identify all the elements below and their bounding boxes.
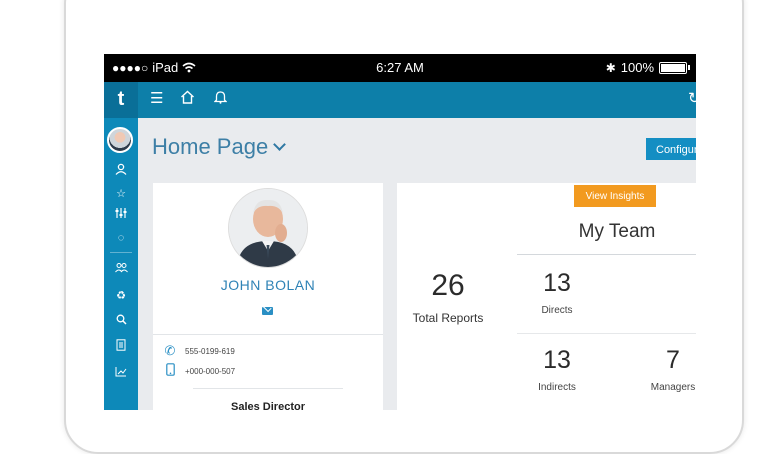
chevron-down-icon[interactable] — [273, 138, 286, 151]
document-icon[interactable] — [104, 338, 138, 358]
group-icon[interactable] — [104, 260, 138, 280]
team-title: My Team — [578, 221, 656, 242]
refresh-icon[interactable]: ◌ — [104, 228, 138, 248]
indirects-value[interactable]: 13 — [521, 346, 593, 375]
managers-value[interactable]: 7 — [637, 346, 696, 375]
battery-icon — [659, 61, 687, 74]
top-app-bar: ☰ ↻ — [138, 82, 696, 118]
directs-label: Directs — [541, 305, 573, 316]
mail-icon[interactable] — [262, 307, 273, 315]
profile-photo — [228, 188, 308, 268]
profile-name: JOHN BOLAN — [220, 277, 316, 293]
mobile-number[interactable]: +000-000-507 — [185, 367, 235, 376]
sidebar: t ☆ ◌ ♻ — [104, 82, 138, 410]
configure-button[interactable]: Configure — [646, 138, 696, 160]
indirects-label: Indirects — [538, 382, 576, 393]
page-title: Home Page — [152, 134, 269, 159]
bell-icon[interactable] — [213, 90, 228, 109]
recycle-icon[interactable]: ♻ — [104, 286, 138, 306]
managers-label: Managers — [650, 382, 696, 393]
profile-role: Sales Director — [231, 401, 305, 410]
sync-icon[interactable]: ↻ — [688, 90, 696, 108]
user-icon[interactable] — [104, 162, 138, 182]
mobile-row: +000-000-507 — [163, 363, 235, 379]
directs-value[interactable]: 13 — [521, 269, 593, 298]
status-bar: ●●●●○ iPad 6:27 AM ✱ 100% — [104, 54, 696, 82]
star-icon[interactable]: ☆ — [104, 184, 138, 204]
battery-percent: 100% — [620, 60, 654, 75]
chart-icon[interactable] — [104, 364, 138, 384]
bluetooth-icon: ✱ — [605, 60, 616, 75]
view-insights-button[interactable]: View Insights — [574, 185, 656, 207]
sliders-icon[interactable] — [104, 206, 138, 226]
menu-icon[interactable]: ☰ — [150, 90, 163, 108]
total-reports-label: Total Reports — [412, 311, 484, 325]
my-team-card: View Insights My Team 26 Total Reports 1… — [397, 183, 696, 410]
app-logo[interactable]: t — [104, 82, 138, 118]
profile-card: JOHN BOLAN ✆ 555-0199-619 +000-000-507 S… — [153, 183, 383, 410]
phone-row: ✆ 555-0199-619 — [163, 343, 235, 359]
sidebar-avatar[interactable] — [107, 127, 133, 153]
app-screen: ●●●●○ iPad 6:27 AM ✱ 100% t ☆ ◌ ♻ ☰ ↻ Ho… — [104, 54, 696, 410]
total-reports-value[interactable]: 26 — [397, 269, 499, 303]
home-icon[interactable] — [180, 90, 195, 109]
mobile-icon[interactable] — [163, 363, 177, 379]
phone-icon[interactable]: ✆ — [163, 343, 177, 359]
search-icon[interactable] — [104, 312, 138, 332]
phone-number[interactable]: 555-0199-619 — [185, 347, 235, 356]
